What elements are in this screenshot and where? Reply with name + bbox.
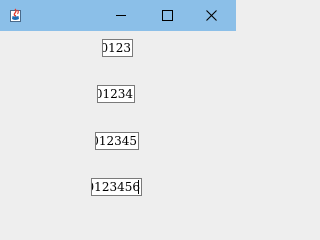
text-field-2[interactable]: 01234 bbox=[97, 85, 135, 103]
text-field-3[interactable]: 012345 bbox=[95, 132, 139, 150]
title-bar[interactable] bbox=[0, 0, 236, 31]
text-field-value: 012345 bbox=[95, 134, 137, 148]
content-pane: 0123 01234 012345 0123456 bbox=[0, 31, 236, 223]
java-cup-icon[interactable] bbox=[8, 7, 24, 23]
text-field-4[interactable]: 0123456 bbox=[91, 178, 142, 196]
close-button[interactable] bbox=[190, 0, 236, 31]
text-field-value: 0123456 bbox=[91, 180, 140, 194]
maximize-icon bbox=[162, 10, 173, 21]
text-field-value: 0123 bbox=[102, 41, 131, 55]
close-icon bbox=[206, 10, 217, 21]
minimize-button[interactable] bbox=[98, 0, 144, 31]
text-field-1[interactable]: 0123 bbox=[102, 39, 133, 57]
text-field-value: 01234 bbox=[97, 87, 133, 101]
text-caret bbox=[138, 180, 139, 194]
maximize-button[interactable] bbox=[144, 0, 190, 31]
minimize-icon bbox=[116, 15, 126, 16]
